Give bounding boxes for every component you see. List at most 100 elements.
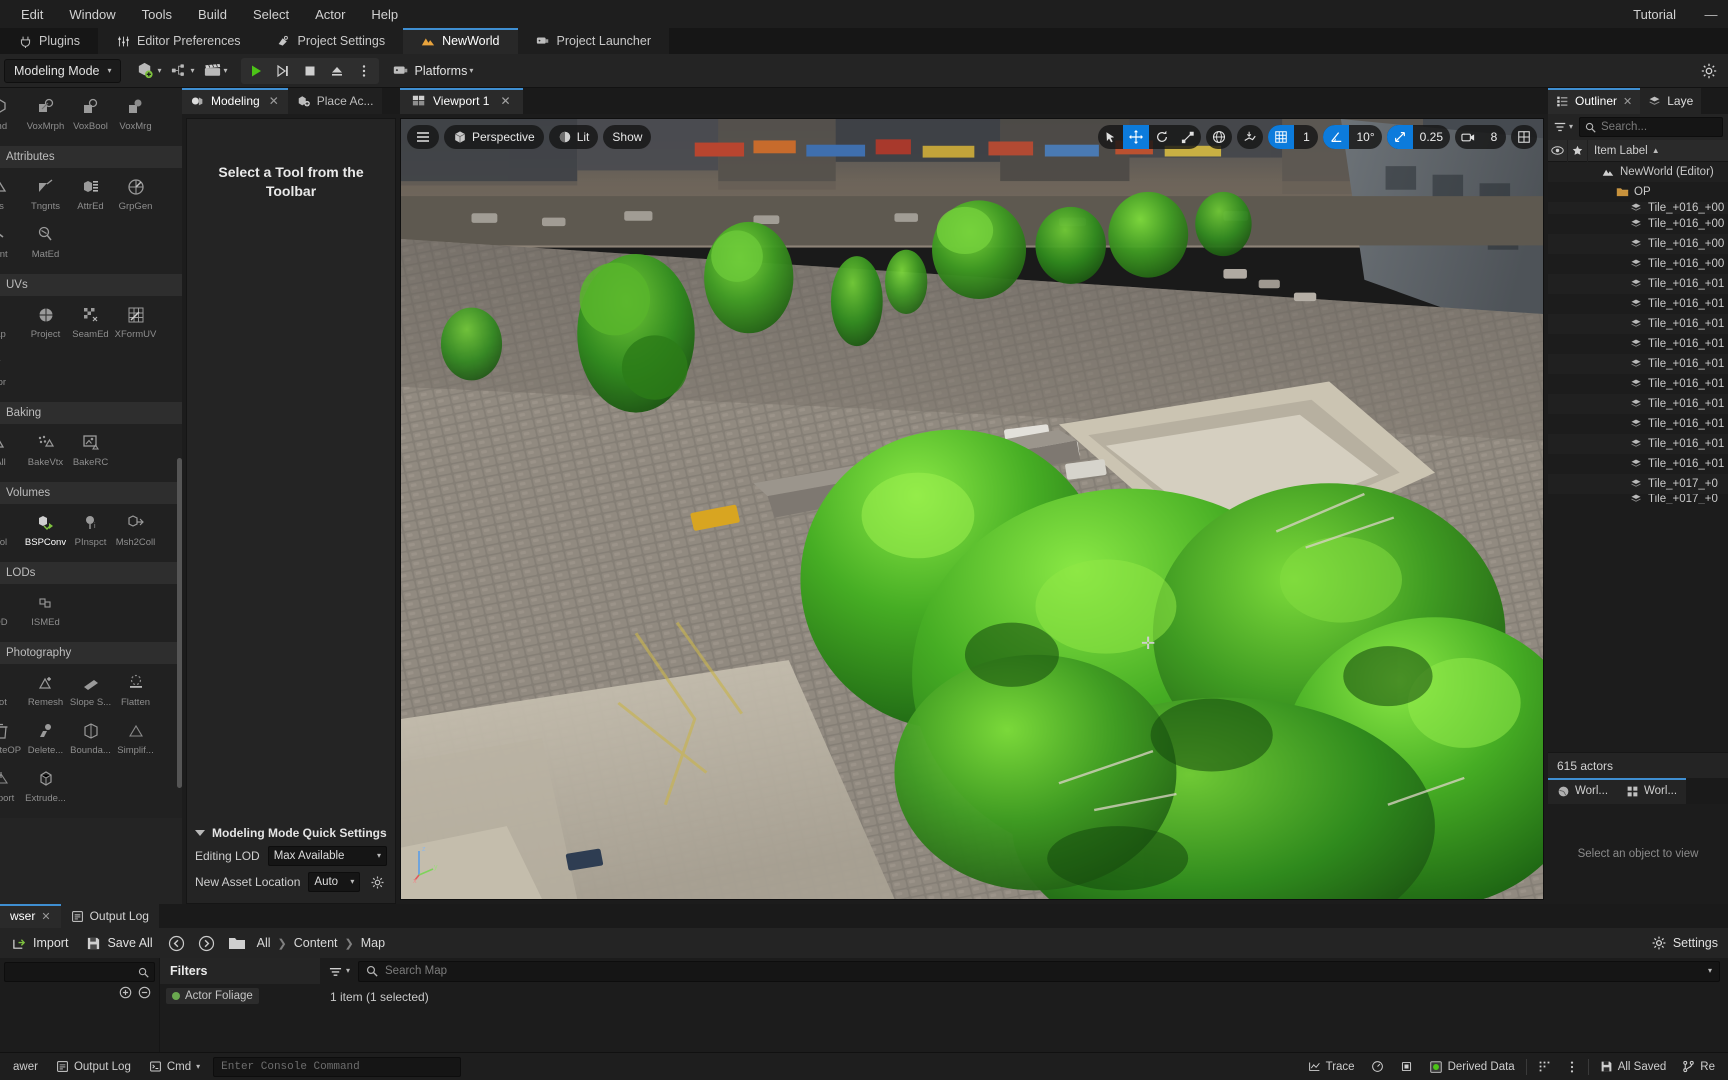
tab-content-browser[interactable]: wser ✕ — [0, 904, 61, 928]
derived-data-button[interactable]: Derived Data — [1424, 1058, 1520, 1076]
navigate-back-button[interactable] — [167, 933, 187, 953]
outliner-row-tile[interactable]: Tile_+016_+01 — [1548, 314, 1728, 334]
breadcrumb-map[interactable]: Map — [361, 936, 385, 950]
tab-world-settings[interactable]: Worl... — [1548, 778, 1618, 804]
palette-tool-ismed[interactable]: ISMEd — [23, 588, 68, 636]
lighting-mode-selector[interactable]: Lit — [548, 125, 599, 149]
menu-item-help[interactable]: Help — [358, 4, 411, 25]
palette-section-uvs[interactable]: UVs — [0, 274, 182, 296]
tab-modeling[interactable]: Modeling ✕ — [182, 88, 288, 114]
play-button[interactable] — [243, 58, 269, 84]
palette-tool-voxbool[interactable]: VoxBool — [68, 92, 113, 140]
palette-tool-paint[interactable]: Pnt — [0, 220, 23, 268]
menu-item-build[interactable]: Build — [185, 4, 240, 25]
new-asset-location-dropdown[interactable]: Auto ▾ — [308, 872, 361, 892]
outliner-row-tile[interactable]: Tile_+016_+01 — [1548, 434, 1728, 454]
tab-output-log[interactable]: Output Log — [60, 904, 159, 928]
performance-button[interactable] — [1366, 1058, 1389, 1075]
minimize-button[interactable]: — — [1694, 0, 1728, 28]
outliner-row-tile[interactable]: Tile_+016_+00 — [1548, 202, 1728, 214]
breadcrumb-content[interactable]: Content — [294, 936, 338, 950]
palette-tool-bakevtx[interactable]: BakeVtx — [23, 428, 68, 476]
palette-section-volumes[interactable]: Volumes — [0, 482, 182, 504]
move-tool-button[interactable] — [1123, 125, 1150, 149]
eject-button[interactable] — [324, 58, 350, 84]
palette-section-baking[interactable]: Baking — [0, 402, 182, 424]
menu-item-tools[interactable]: Tools — [129, 4, 185, 25]
platforms-button[interactable]: Platforms ▾ — [389, 58, 477, 84]
close-icon[interactable]: ✕ — [269, 94, 279, 108]
editing-lod-dropdown[interactable]: Max Available ▾ — [267, 846, 387, 866]
outliner-row-op-folder[interactable]: OP — [1548, 182, 1728, 202]
tab-newworld[interactable]: NewWorld — [403, 28, 518, 54]
content-drawer-button[interactable]: awer — [8, 1059, 43, 1075]
palette-tool-pinspct[interactable]: i PInspct — [68, 508, 113, 556]
play-options-button[interactable] — [351, 58, 377, 84]
skip-button[interactable] — [270, 58, 296, 84]
save-all-button[interactable]: Save All — [82, 934, 156, 953]
viewport-options-menu[interactable] — [407, 125, 439, 149]
palette-tool-simplify[interactable]: Simplif... — [113, 716, 158, 764]
stop-button[interactable] — [297, 58, 323, 84]
palette-tool-boundary[interactable]: Bounda... — [68, 716, 113, 764]
close-icon[interactable]: ✕ — [500, 94, 510, 108]
palette-tool-remesh[interactable]: Remesh — [23, 668, 68, 716]
palette-tool-uveditor[interactable]: tor — [0, 348, 23, 396]
palette-tool-delete[interactable]: Delete... — [23, 716, 68, 764]
palette-tool-extrude[interactable]: Extrude... — [23, 764, 68, 812]
palette-tool-xformuv[interactable]: XFormUV — [113, 300, 158, 348]
filters-label[interactable]: Filters — [160, 958, 320, 984]
palette-tool-lod[interactable]: OD — [0, 588, 23, 636]
outliner-row-tile[interactable]: Tile_+016_+01 — [1548, 274, 1728, 294]
palette-tool-pivot[interactable]: vot — [0, 668, 23, 716]
sources-search-input[interactable] — [4, 962, 155, 982]
outliner-row-tile[interactable]: Tile_+016_+00 — [1548, 214, 1728, 234]
outliner-row-tile[interactable]: Tile_+016_+01 — [1548, 354, 1728, 374]
palette-tool-tangents[interactable]: Tngnts — [23, 172, 68, 220]
status-output-log-button[interactable]: Output Log — [51, 1058, 136, 1075]
tab-outliner[interactable]: Outliner ✕ — [1548, 88, 1641, 114]
palette-tool-project[interactable]: Project — [23, 300, 68, 348]
add-source-icon[interactable] — [119, 986, 132, 999]
palette-tool-normals[interactable]: ls — [0, 172, 23, 220]
source-control-status-button[interactable] — [1533, 1058, 1556, 1075]
menu-item-actor[interactable]: Actor — [302, 4, 358, 25]
world-space-button[interactable] — [1206, 125, 1232, 149]
breadcrumb-all[interactable]: All — [257, 936, 271, 950]
scale-snap-value[interactable]: 0.25 — [1413, 125, 1450, 149]
palette-section-attributes[interactable]: Attributes — [0, 146, 182, 168]
menu-item-window[interactable]: Window — [56, 4, 128, 25]
tab-world-partition[interactable]: Worl... — [1617, 778, 1687, 804]
palette-scrollbar[interactable] — [177, 458, 182, 788]
outliner-row-world[interactable]: NewWorld (Editor) — [1548, 162, 1728, 182]
console-command-input[interactable]: Enter Console Command — [213, 1056, 462, 1077]
tutorial-button[interactable]: Tutorial — [1615, 3, 1694, 26]
show-flags-menu[interactable]: Show — [603, 125, 652, 149]
visibility-column-header[interactable] — [1548, 139, 1568, 162]
tab-project-launcher[interactable]: Project Launcher — [517, 28, 670, 54]
palette-tool-bspconv[interactable]: BSPConv — [23, 508, 68, 556]
editor-mode-selector[interactable]: Modeling Mode ▾ — [4, 58, 122, 83]
cmd-selector[interactable]: Cmd ▾ — [144, 1058, 205, 1075]
quick-settings-header[interactable]: Modeling Mode Quick Settings — [187, 823, 395, 843]
create-actor-button[interactable]: ▾ — [133, 58, 164, 84]
select-tool-button[interactable] — [1098, 125, 1123, 149]
outliner-row-tile[interactable]: Tile_+016_+01 — [1548, 414, 1728, 434]
angle-snap-toggle[interactable] — [1323, 125, 1350, 149]
camera-speed-button[interactable] — [1455, 125, 1482, 149]
collapse-source-icon[interactable] — [138, 986, 151, 999]
item-label-column-header[interactable]: Item Label ▲ — [1588, 145, 1660, 157]
outliner-row-tile[interactable]: Tile_+016_+00 — [1548, 254, 1728, 274]
palette-section-photography[interactable]: Photography — [0, 642, 182, 664]
outliner-row-tile[interactable]: Tile_+017_+0 — [1548, 494, 1728, 504]
outliner-filter-button[interactable]: ▾ — [1553, 120, 1573, 134]
trace-button[interactable]: Trace — [1303, 1058, 1360, 1075]
palette-tool-voxmrg[interactable]: VoxMrg — [113, 92, 158, 140]
palette-tool-grpgen[interactable]: GrpGen — [113, 172, 158, 220]
palette-tool-mated[interactable]: MatEd — [23, 220, 68, 268]
status-options-button[interactable] — [1562, 1058, 1582, 1076]
palette-tool-ind[interactable]: Ind — [0, 92, 23, 140]
outliner-row-tile[interactable]: Tile_+016_+01 — [1548, 294, 1728, 314]
menu-item-edit[interactable]: Edit — [8, 4, 56, 25]
viewport-3d[interactable]: Perspective Lit Show 1 10° 0.25 8 z y x … — [400, 118, 1544, 900]
